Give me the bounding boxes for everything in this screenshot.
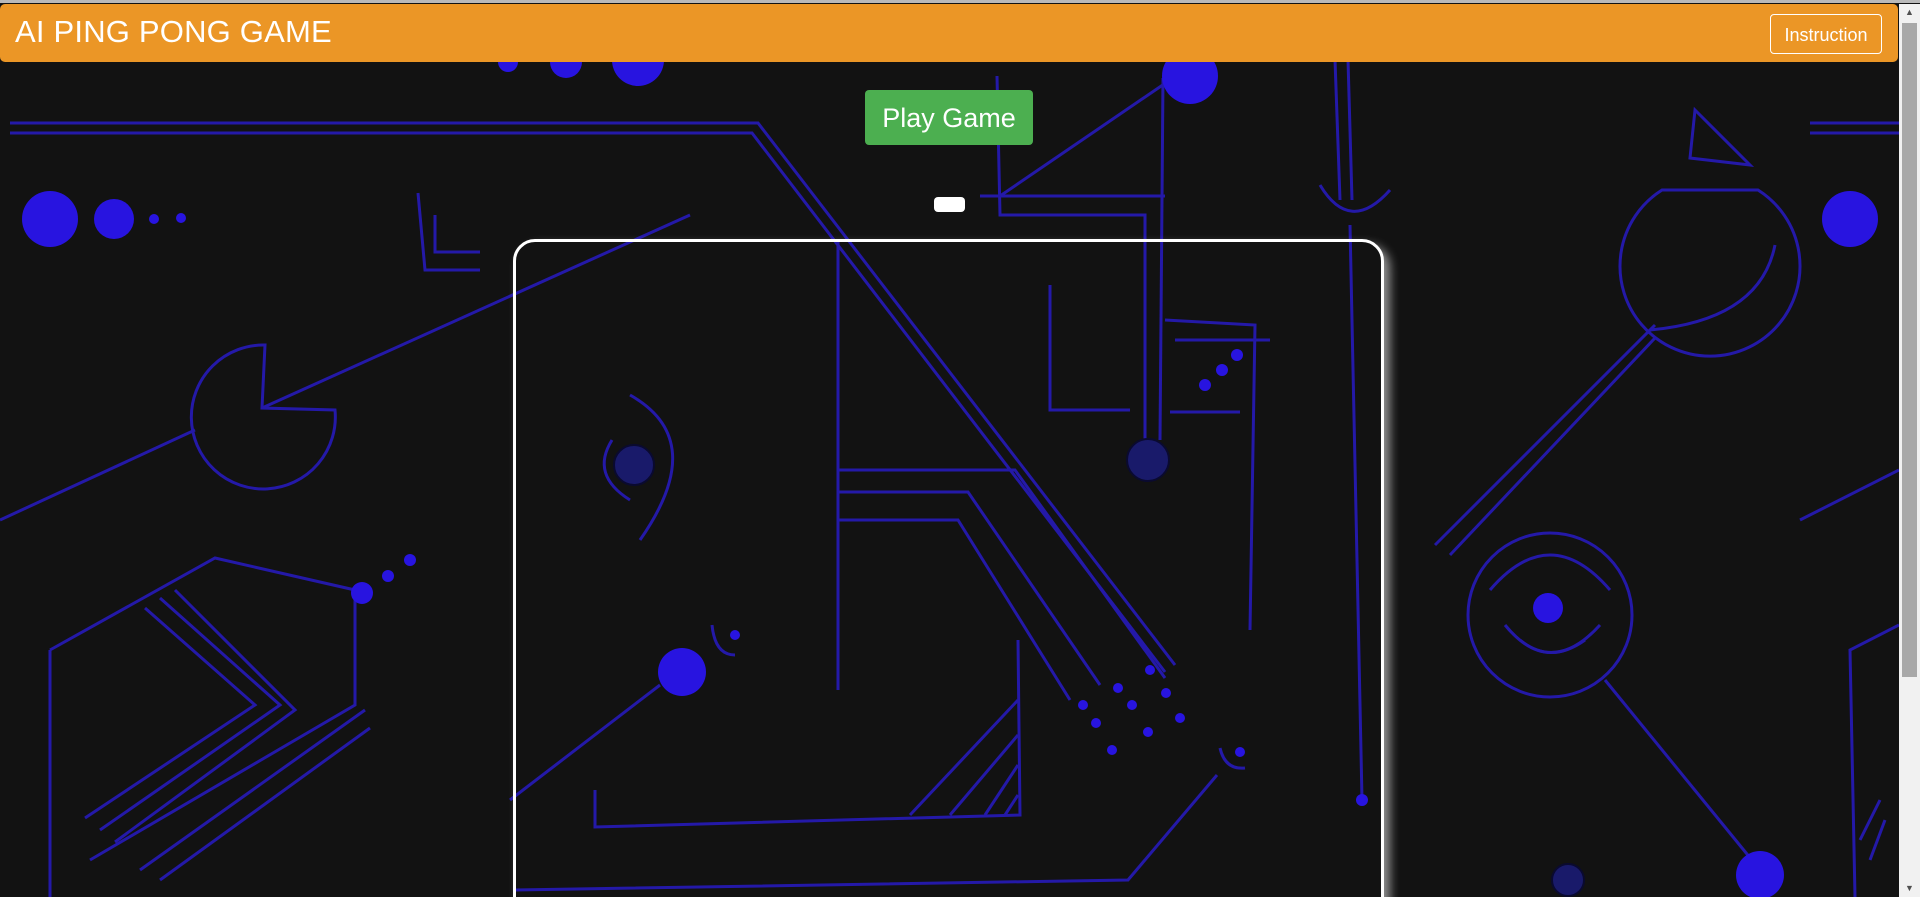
app-title: AI PING PONG GAME [15,14,332,49]
browser-top-border [0,0,1920,3]
play-game-button[interactable]: Play Game [865,90,1033,145]
navbar: AI PING PONG GAME Instruction [0,4,1898,62]
scroll-thumb[interactable] [1902,23,1917,677]
instruction-button[interactable]: Instruction [1770,14,1882,54]
triangle-down-icon[interactable]: ▼ [1899,880,1920,897]
game-page: AI PING PONG GAME Instruction Play Game … [0,0,1920,897]
game-board[interactable] [513,239,1384,897]
triangle-up-icon[interactable]: ▲ [1899,4,1920,21]
ai-paddle [934,197,965,212]
vertical-scrollbar[interactable]: ▲ ▼ [1899,4,1920,897]
